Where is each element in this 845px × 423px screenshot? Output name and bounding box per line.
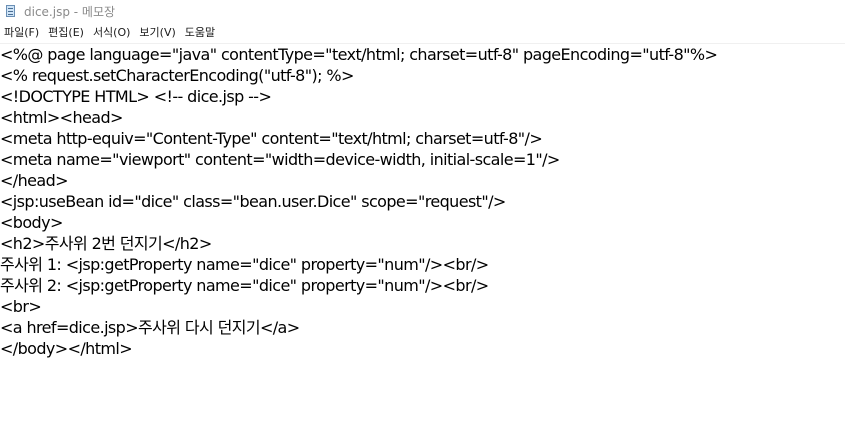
menu-bar: 파일(F) 편집(E) 서식(O) 보기(V) 도움말 [0, 22, 845, 44]
editor-line: <meta name="viewport" content="width=dev… [0, 150, 560, 169]
editor-line: <jsp:useBean id="dice" class="bean.user.… [0, 192, 506, 211]
editor-line: <% request.setCharacterEncoding("utf-8")… [0, 66, 354, 85]
editor-line: </head> [0, 171, 69, 190]
menu-format[interactable]: 서식(O) [89, 23, 135, 43]
editor-line: <br> [0, 297, 42, 316]
notepad-window: dice.jsp - 메모장 파일(F) 편집(E) 서식(O) 보기(V) 도… [0, 0, 845, 423]
menu-view[interactable]: 보기(V) [135, 23, 180, 43]
editor-line: <html><head> [0, 108, 123, 127]
text-editor[interactable]: <%@ page language="java" contentType="te… [0, 44, 845, 423]
notepad-icon [4, 4, 18, 18]
menu-file[interactable]: 파일(F) [0, 23, 44, 43]
editor-line: <body> [0, 213, 63, 232]
menu-edit[interactable]: 편집(E) [44, 23, 89, 43]
editor-line: <!DOCTYPE HTML> <!-- dice.jsp --> [0, 87, 272, 106]
editor-line: <h2>주사위 2번 던지기</h2> [0, 234, 212, 253]
editor-line: 주사위 2: <jsp:getProperty name="dice" prop… [0, 276, 489, 295]
title-bar[interactable]: dice.jsp - 메모장 [0, 0, 845, 22]
editor-line: </body></html> [0, 339, 133, 358]
editor-line: 주사위 1: <jsp:getProperty name="dice" prop… [0, 255, 489, 274]
editor-line: <%@ page language="java" contentType="te… [0, 45, 718, 64]
window-title: dice.jsp - 메모장 [24, 4, 116, 19]
editor-line: <meta http-equiv="Content-Type" content=… [0, 129, 543, 148]
menu-help[interactable]: 도움말 [181, 23, 220, 43]
editor-line: <a href=dice.jsp>주사위 다시 던지기</a> [0, 318, 300, 337]
